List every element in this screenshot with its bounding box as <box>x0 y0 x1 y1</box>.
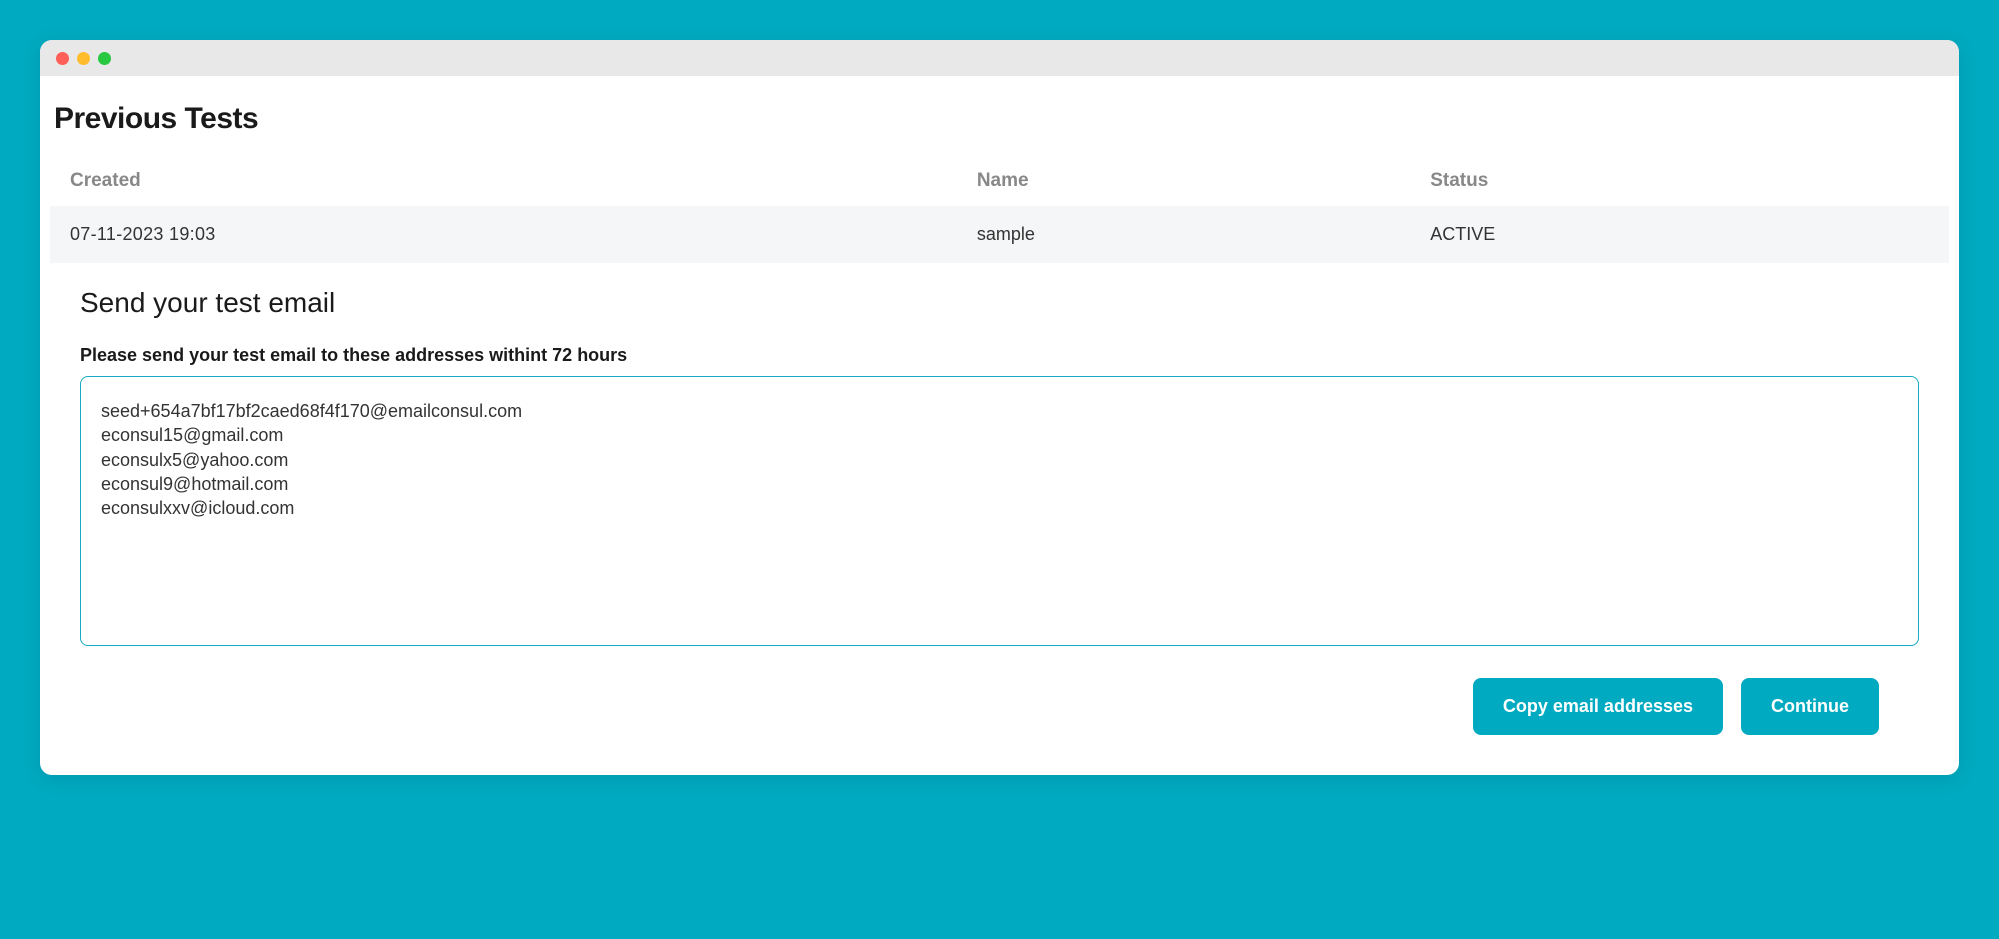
copy-email-addresses-button[interactable]: Copy email addresses <box>1473 678 1723 735</box>
send-email-section: Send your test email Please send your te… <box>50 263 1949 646</box>
column-header-name: Name <box>977 170 1430 192</box>
window-close-icon[interactable] <box>56 52 69 65</box>
column-header-status: Status <box>1430 170 1929 192</box>
page-title: Previous Tests <box>50 96 1949 156</box>
column-header-created: Created <box>70 170 977 192</box>
section-title: Send your test email <box>80 287 1919 319</box>
cell-name: sample <box>977 224 1430 245</box>
window-titlebar <box>40 40 1959 76</box>
tests-table: Created Name Status 07-11-2023 19:03 sam… <box>50 156 1949 263</box>
window-maximize-icon[interactable] <box>98 52 111 65</box>
action-buttons: Copy email addresses Continue <box>50 646 1949 735</box>
table-header-row: Created Name Status <box>50 156 1949 206</box>
email-addresses-box[interactable]: seed+654a7bf17bf2caed68f4f170@emailconsu… <box>80 376 1919 646</box>
table-row[interactable]: 07-11-2023 19:03 sample ACTIVE <box>50 206 1949 263</box>
cell-status: ACTIVE <box>1430 224 1929 245</box>
content-area: Previous Tests Created Name Status 07-11… <box>40 76 1959 775</box>
continue-button[interactable]: Continue <box>1741 678 1879 735</box>
window-minimize-icon[interactable] <box>77 52 90 65</box>
cell-created: 07-11-2023 19:03 <box>70 224 977 245</box>
instruction-text: Please send your test email to these add… <box>80 345 1919 366</box>
app-window: Previous Tests Created Name Status 07-11… <box>40 40 1959 775</box>
